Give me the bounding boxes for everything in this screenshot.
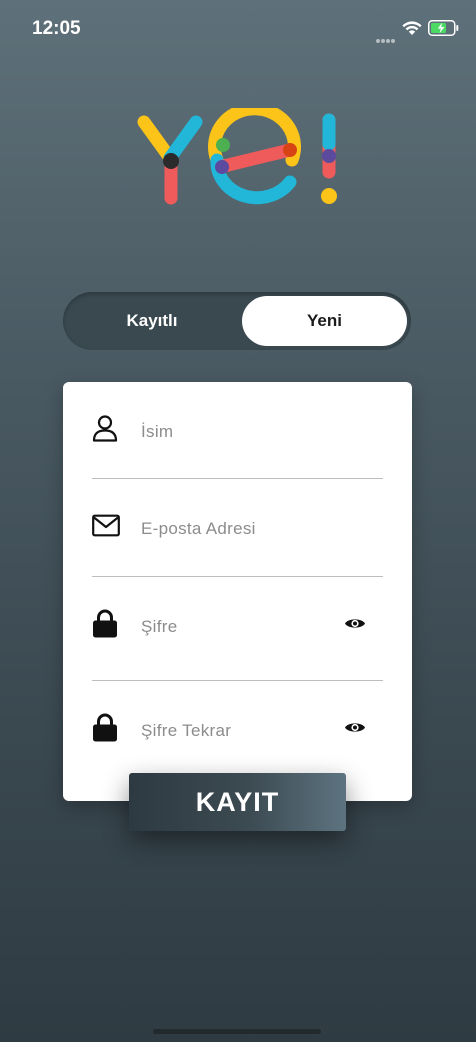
status-time: 12:05: [32, 18, 81, 39]
email-input[interactable]: [139, 510, 343, 548]
name-field: [92, 401, 383, 461]
password-field: [92, 596, 383, 656]
divider: [92, 680, 383, 681]
user-icon: [92, 415, 118, 448]
register-button[interactable]: KAYIT: [129, 773, 346, 831]
password-confirm-input[interactable]: [139, 712, 343, 750]
lock-icon: [92, 609, 118, 644]
tab-yeni[interactable]: Yeni: [242, 296, 407, 346]
show-password-confirm-eye-icon[interactable]: [344, 721, 366, 740]
cellular-signal-icon: [376, 30, 396, 48]
email-field: [92, 498, 383, 558]
home-indicator[interactable]: [153, 1029, 321, 1034]
divider: [92, 576, 383, 577]
wifi-icon: [401, 20, 423, 41]
password-confirm-field: [92, 700, 383, 760]
register-form-card: [63, 382, 412, 801]
app-logo: [132, 102, 344, 212]
battery-icon: [428, 20, 459, 41]
envelope-icon: [92, 514, 120, 542]
account-type-toggle: Kayıtlı Yeni: [63, 292, 411, 350]
divider: [92, 478, 383, 479]
status-bar: 12:05: [0, 0, 476, 56]
name-input[interactable]: [139, 413, 343, 451]
show-password-eye-icon[interactable]: [344, 617, 366, 636]
lock-icon: [92, 713, 118, 748]
password-input[interactable]: [139, 608, 343, 646]
tab-kayitli[interactable]: Kayıtlı: [67, 296, 237, 346]
